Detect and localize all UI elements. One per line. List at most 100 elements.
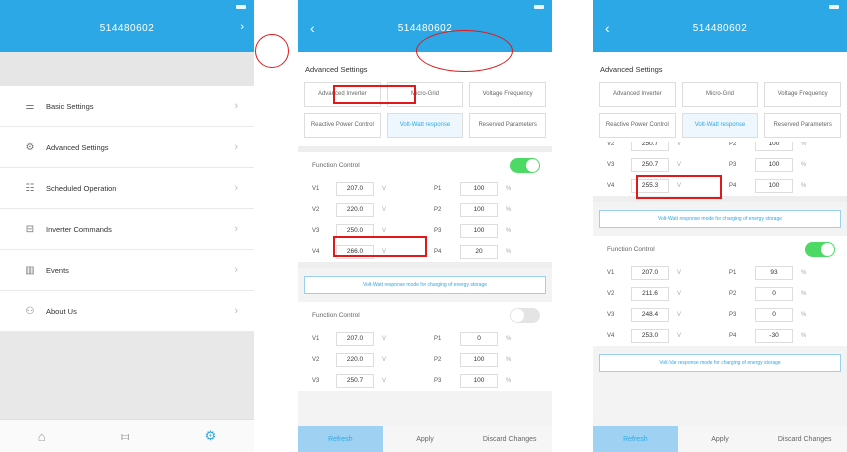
value-row: V2 220.0 V P2 100% (298, 199, 552, 220)
device-title: 514480602 (692, 23, 748, 34)
forward-arrow-icon[interactable]: › (240, 21, 244, 33)
power-value[interactable]: 20 (460, 244, 498, 259)
function-control-toggle-2[interactable] (510, 307, 540, 323)
function-control-toggle[interactable] (510, 157, 540, 173)
p-label: P3 (729, 161, 737, 168)
power-value[interactable]: 0 (755, 307, 793, 322)
menu-item[interactable]: ▥ Events › (0, 250, 254, 291)
menu-item[interactable]: ☷ Scheduled Operation › (0, 168, 254, 209)
apply-button[interactable]: Apply (678, 426, 763, 452)
volt-unit: V (381, 227, 386, 234)
power-value[interactable]: 100 (460, 352, 498, 367)
v-label: V3 (607, 311, 615, 318)
power-value[interactable]: 93 (755, 265, 793, 280)
power-value[interactable]: 100 (460, 373, 498, 388)
percent-unit: % (801, 290, 807, 297)
volt-unit: V (676, 142, 681, 147)
value-row: V3 248.4 V P3 0% (593, 304, 847, 325)
category-button[interactable]: Voltage Frequency (469, 82, 546, 107)
voltage-value[interactable]: 250.7 (631, 142, 669, 151)
p-label: P4 (729, 182, 737, 189)
power-value[interactable]: 0 (755, 286, 793, 301)
category-button[interactable]: Volt-Watt response (386, 113, 464, 138)
menu-item-label: Scheduled Operation (46, 183, 117, 193)
voltage-value[interactable]: 253.0 (631, 328, 669, 343)
action-bar: Refresh Apply Discard Changes (298, 426, 552, 452)
adjust-tab-icon[interactable]: ⧦ (121, 428, 129, 444)
percent-unit: % (801, 142, 807, 147)
percent-unit: % (506, 185, 512, 192)
category-button[interactable]: Reactive Power Control (599, 113, 676, 138)
p-label: P1 (729, 269, 737, 276)
percent-unit: % (506, 227, 512, 234)
apply-button[interactable]: Apply (383, 426, 468, 452)
function-control-row-2: Function Control (298, 302, 552, 328)
battery-icon (829, 5, 839, 9)
chevron-right-icon: › (234, 182, 238, 194)
value-row: V2 211.6 V P2 0% (593, 283, 847, 304)
category-button[interactable]: Micro-Grid (681, 82, 759, 107)
home-tab-icon[interactable]: ⌂ (38, 429, 46, 444)
discard-changes-button[interactable]: Discard Changes (762, 426, 847, 452)
value-row: V4 253.0 V P4 -30% (593, 325, 847, 346)
voltage-value[interactable]: 207.0 (336, 181, 374, 196)
voltage-value[interactable]: 250.7 (336, 373, 374, 388)
chevron-right-icon: › (234, 264, 238, 276)
percent-unit: % (801, 311, 807, 318)
refresh-button[interactable]: Refresh (298, 426, 383, 452)
status-bar (593, 0, 847, 14)
volt-unit: V (381, 356, 386, 363)
power-value[interactable]: 100 (460, 181, 498, 196)
category-button[interactable]: Volt-Watt response (681, 113, 759, 138)
volt-unit: V (381, 185, 386, 192)
menu-item[interactable]: ⚌ Basic Settings › (0, 86, 254, 127)
refresh-button[interactable]: Refresh (593, 426, 678, 452)
category-button[interactable]: Reserved Parameters (469, 113, 546, 138)
settings-tab-icon[interactable]: ⚙ (205, 428, 217, 444)
menu-item-label: Inverter Commands (46, 224, 112, 234)
power-value[interactable]: 0 (460, 331, 498, 346)
power-value[interactable]: 100 (755, 142, 793, 151)
v-label: V2 (607, 290, 615, 297)
category-button[interactable]: Reactive Power Control (304, 113, 381, 138)
voltage-value[interactable]: 220.0 (336, 202, 374, 217)
chevron-right-icon: › (234, 100, 238, 112)
voltage-value[interactable]: 248.4 (631, 307, 669, 322)
percent-unit: % (801, 332, 807, 339)
voltage-value[interactable]: 211.6 (631, 286, 669, 301)
voltage-value[interactable]: 207.0 (631, 265, 669, 280)
value-row: V1 207.0 V P1 93% (593, 262, 847, 283)
power-value[interactable]: 100 (460, 202, 498, 217)
power-value[interactable]: 100 (460, 223, 498, 238)
power-value[interactable]: 100 (755, 157, 793, 172)
category-button[interactable]: Reserved Parameters (764, 113, 841, 138)
voltage-value[interactable]: 207.0 (336, 331, 374, 346)
menu-item[interactable]: ⚇ About Us › (0, 291, 254, 332)
category-button[interactable]: Voltage Frequency (764, 82, 841, 107)
percent-unit: % (801, 269, 807, 276)
voltage-value[interactable]: 220.0 (336, 352, 374, 367)
chevron-right-icon: › (234, 223, 238, 235)
percent-unit: % (801, 161, 807, 168)
voltage-value[interactable]: 250.7 (631, 157, 669, 172)
function-control-toggle[interactable] (805, 241, 835, 257)
function-control-label: Function Control (312, 161, 360, 169)
v-label: V3 (312, 377, 320, 384)
menu-item[interactable]: ⊟ Inverter Commands › (0, 209, 254, 250)
discard-changes-button[interactable]: Discard Changes (467, 426, 552, 452)
p-label: P2 (434, 206, 442, 213)
status-bar (298, 0, 552, 14)
value-row: V1 207.0 V P1 0% (298, 328, 552, 349)
menu-item[interactable]: ⚙ Advanced Settings › (0, 127, 254, 168)
power-value[interactable]: 100 (755, 178, 793, 193)
category-button[interactable]: Advanced Inverter (599, 82, 676, 107)
phone-screen-advanced-2: ‹ 514480602 Advanced Settings Advanced I… (593, 0, 847, 452)
voltage-power-table-2: V1 207.0 V P1 0% V2 220.0 V P2 100% V3 250.7 V P3 100% (298, 328, 552, 391)
annotation-rect-v3 (333, 236, 427, 257)
volt-unit: V (381, 377, 386, 384)
schedule-icon: ☷ (25, 182, 35, 194)
value-row: V3 250.7 V P3 100% (593, 154, 847, 175)
function-control-label: Function Control (312, 311, 360, 319)
action-bar: Refresh Apply Discard Changes (593, 426, 847, 452)
power-value[interactable]: -30 (755, 328, 793, 343)
